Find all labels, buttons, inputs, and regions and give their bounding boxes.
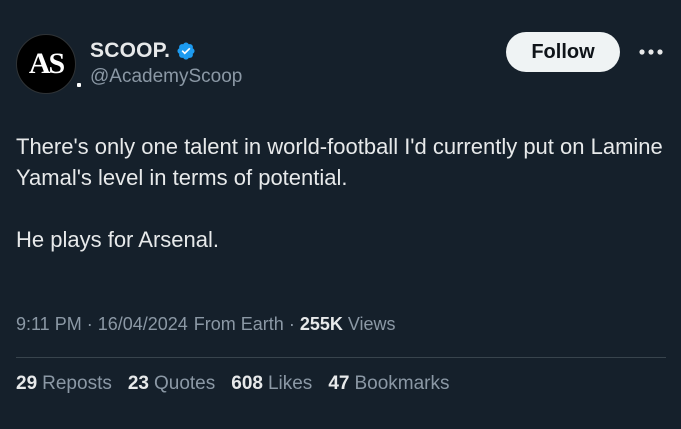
avatar[interactable]: AS xyxy=(16,34,81,94)
author-handle[interactable]: @AcademyScoop xyxy=(90,66,242,88)
reposts-count: 29 xyxy=(16,373,38,394)
more-horizontal-icon xyxy=(639,49,663,55)
tweet-paragraph: He plays for Arsenal. xyxy=(16,227,219,252)
bookmarks-stat[interactable]: 47 Bookmarks xyxy=(328,373,449,395)
name-row: SCOOP. xyxy=(90,38,242,64)
quotes-stat[interactable]: 23 Quotes xyxy=(128,373,215,395)
likes-label: Likes xyxy=(267,373,313,394)
tweet-paragraph: There's only one talent in world-footbal… xyxy=(16,134,663,190)
views-label: Views xyxy=(347,314,396,334)
reposts-label: Reposts xyxy=(42,373,112,394)
follow-button[interactable]: Follow xyxy=(506,32,620,72)
quotes-count: 23 xyxy=(127,373,149,394)
tweet-location: From Earth xyxy=(193,314,284,334)
tweet-text: There's only one talent in world-footbal… xyxy=(16,131,666,255)
divider xyxy=(16,357,666,358)
avatar-logo-text: AS xyxy=(28,47,65,80)
meta-separator: · xyxy=(288,314,295,334)
likes-count: 608 xyxy=(231,373,263,394)
tweet-metadata: 9:11 PM · 16/04/2024 From Earth · 255K V… xyxy=(16,314,396,335)
tweet-date[interactable]: 16/04/2024 xyxy=(98,314,188,335)
views-count: 255K xyxy=(299,314,343,334)
likes-stat[interactable]: 608 Likes xyxy=(231,373,312,395)
meta-separator: · xyxy=(86,314,93,334)
author-block: SCOOP. @AcademyScoop xyxy=(90,38,242,88)
engagement-stats: 29 Reposts 23 Quotes 608 Likes 47 Bookmarks xyxy=(16,373,465,395)
tweet-card: AS SCOOP. @AcademyScoop Follow There's o… xyxy=(0,0,681,429)
display-name[interactable]: SCOOP. xyxy=(90,39,170,63)
verified-badge-icon xyxy=(176,41,196,61)
tweet-time[interactable]: 9:11 PM xyxy=(16,314,82,335)
quotes-label: Quotes xyxy=(153,373,216,394)
bookmarks-count: 47 xyxy=(328,373,350,394)
more-options-button[interactable] xyxy=(636,40,666,64)
avatar-logo-dot xyxy=(77,83,81,87)
bookmarks-label: Bookmarks xyxy=(354,373,450,394)
reposts-stat[interactable]: 29 Reposts xyxy=(16,373,112,395)
